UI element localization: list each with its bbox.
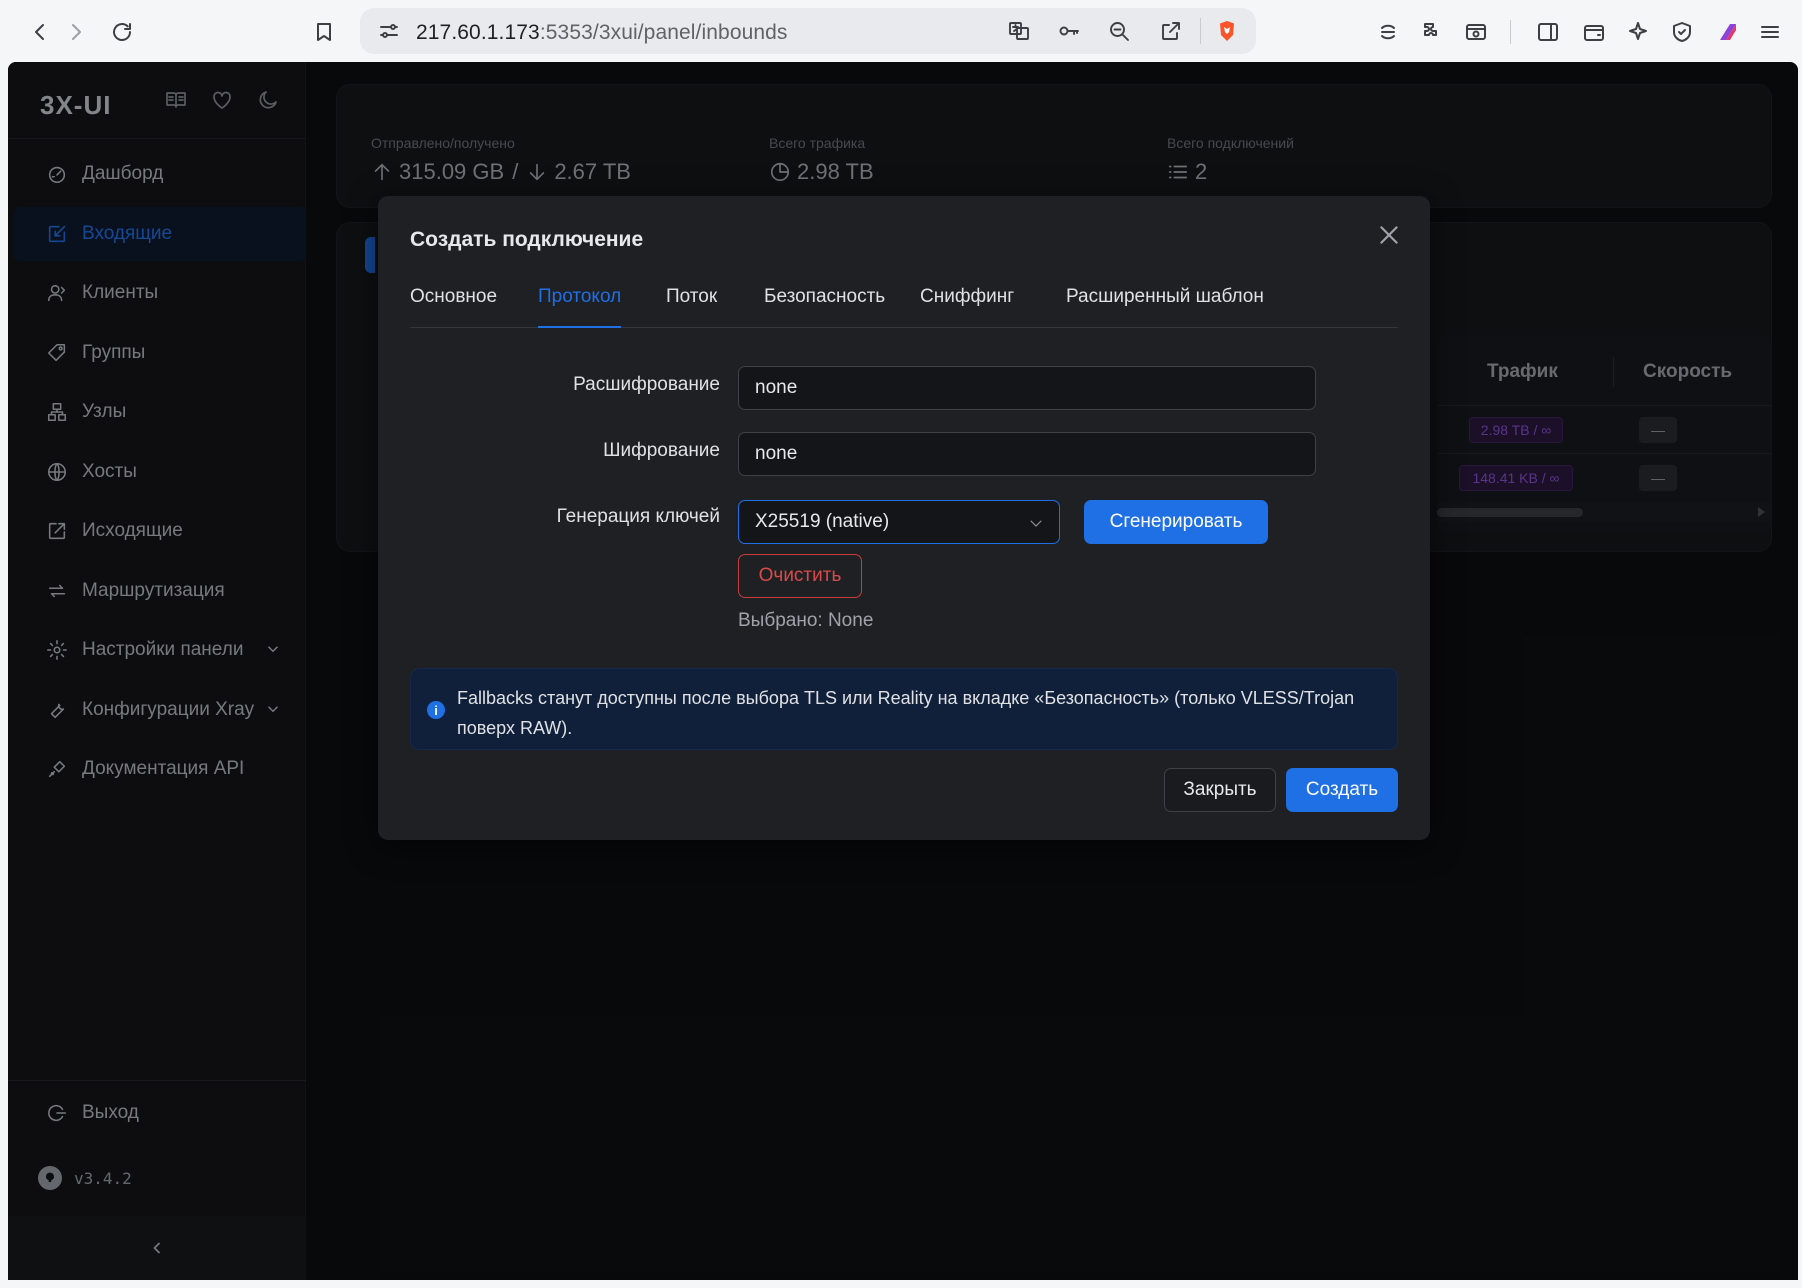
info-icon: i: [427, 701, 445, 719]
keygen-label: Генерация ключей: [556, 506, 720, 527]
create-button[interactable]: Создать: [1286, 768, 1398, 812]
fallbacks-info-alert: i Fallbacks станут доступны после выбора…: [410, 668, 1398, 750]
tab-protocol[interactable]: Протокол: [538, 286, 622, 328]
browser-toolbar: 217.60.1.173:5353/3xui/panel/inbounds: [0, 0, 1802, 62]
url-path: :5353/3xui/panel/inbounds: [539, 21, 788, 44]
wallet-icon[interactable]: [1576, 14, 1612, 50]
info-text: Fallbacks станут доступны после выбора T…: [457, 688, 1355, 738]
bookmark-icon[interactable]: [306, 14, 342, 50]
keygen-selected-value: X25519 (native): [755, 511, 890, 532]
vpn-icon[interactable]: [1370, 14, 1406, 50]
encryption-label: Шифрование: [603, 440, 720, 461]
reload-icon[interactable]: [104, 14, 140, 50]
close-icon[interactable]: [1376, 222, 1402, 248]
address-bar[interactable]: 217.60.1.173:5353/3xui/panel/inbounds: [360, 8, 1256, 54]
modal-tabs: Основное Протокол Поток Безопасность Сни…: [410, 286, 1398, 328]
profile-icon[interactable]: [1710, 14, 1746, 50]
create-inbound-modal: Создать подключение Основное Протокол По…: [378, 196, 1430, 840]
clear-button[interactable]: Очистить: [738, 554, 862, 598]
tab-search-icon[interactable]: [1458, 14, 1494, 50]
shield-icon[interactable]: [1664, 14, 1700, 50]
back-icon[interactable]: [22, 14, 58, 50]
decryption-label: Расшифрование: [573, 374, 720, 395]
zoom-out-icon[interactable]: [1104, 16, 1134, 46]
brave-shield-icon[interactable]: [1212, 16, 1242, 46]
modal-title: Создать подключение: [410, 228, 644, 251]
forward-icon[interactable]: [58, 14, 94, 50]
menu-icon[interactable]: [1752, 14, 1788, 50]
chevron-down-icon: [1027, 514, 1045, 532]
translate-icon[interactable]: [1004, 16, 1034, 46]
site-settings-icon[interactable]: [374, 16, 404, 46]
tab-security[interactable]: Безопасность: [764, 286, 885, 328]
selected-status: Выбрано: None: [738, 610, 874, 631]
close-button[interactable]: Закрыть: [1164, 768, 1276, 812]
encryption-input[interactable]: none: [738, 432, 1316, 476]
decryption-input[interactable]: none: [738, 366, 1316, 410]
tab-basic[interactable]: Основное: [410, 286, 497, 328]
url-text[interactable]: 217.60.1.173:5353/3xui/panel/inbounds: [416, 21, 788, 45]
password-key-icon[interactable]: [1054, 16, 1084, 46]
tab-advanced-template[interactable]: Расширенный шаблон: [1066, 286, 1264, 328]
sidebar-toggle-icon[interactable]: [1530, 14, 1566, 50]
url-host: 217.60.1.173: [416, 21, 540, 44]
generate-button[interactable]: Сгенерировать: [1084, 500, 1268, 544]
tab-stream[interactable]: Поток: [666, 286, 717, 328]
extensions-icon[interactable]: [1414, 14, 1450, 50]
leo-ai-icon[interactable]: [1620, 14, 1656, 50]
tab-sniffing[interactable]: Сниффинг: [920, 286, 1014, 328]
share-icon[interactable]: [1156, 16, 1186, 46]
keygen-select[interactable]: X25519 (native): [738, 500, 1060, 544]
app-window: 3X-UI Дашборд Входящие Клиенты Группы Уз…: [8, 62, 1798, 1280]
